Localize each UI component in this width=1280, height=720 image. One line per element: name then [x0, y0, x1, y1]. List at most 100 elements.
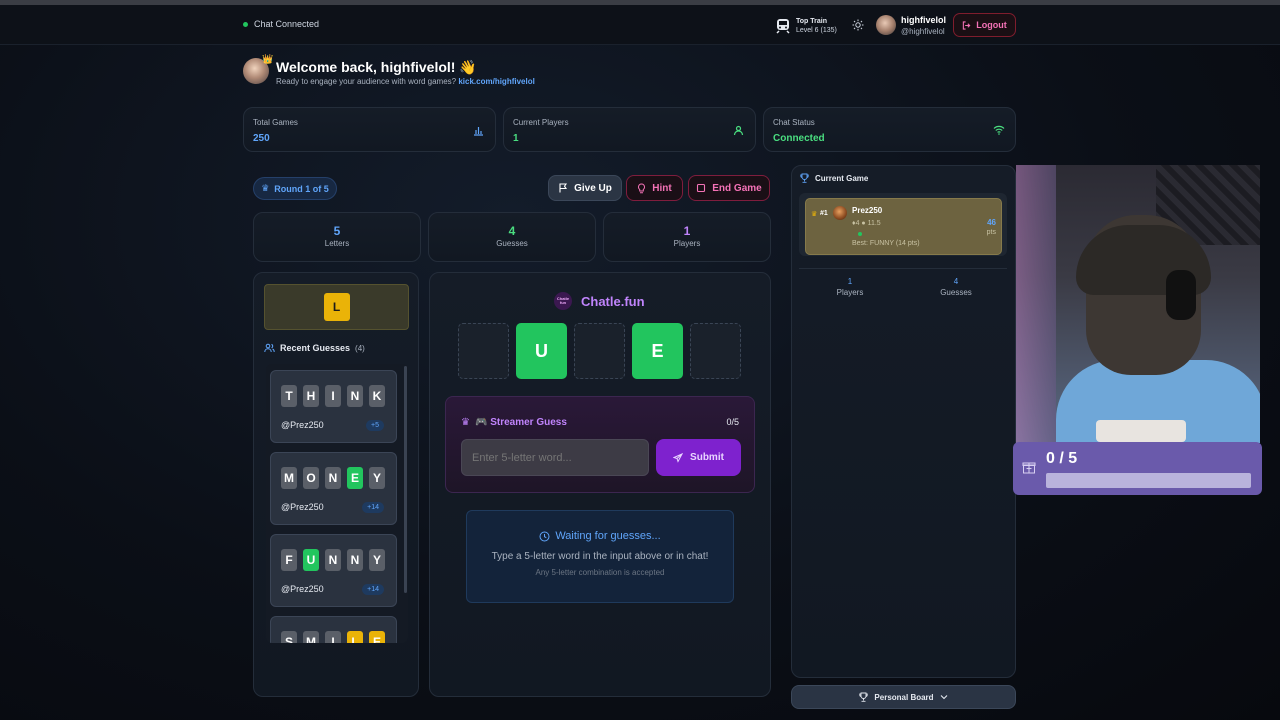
guess-points-badge: +14	[362, 502, 384, 513]
board-tile	[690, 323, 741, 379]
crown-icon: ♛	[261, 183, 270, 193]
hint-letter-tile: L	[323, 293, 350, 321]
webcam-feed	[1016, 165, 1260, 443]
guess-letter-tile: N	[325, 467, 341, 489]
guess-tiles: THINK	[281, 385, 385, 407]
stat-value: 4	[953, 277, 959, 286]
guess-card: SMILE	[270, 616, 397, 643]
guess-points-badge: +14	[362, 584, 384, 595]
trophy-icon	[859, 692, 869, 702]
current-game-title: Current Game	[815, 173, 869, 183]
clock-icon	[539, 531, 550, 541]
guess-letter-tile: E	[369, 631, 385, 643]
guess-user: @Prez250	[281, 420, 324, 430]
counter-value: 4	[508, 224, 516, 238]
guess-card: M O N E Y @Prez250 +14	[270, 452, 397, 525]
user-info: highfivelol @highfivelol	[901, 15, 946, 37]
give-up-button[interactable]: Give Up	[548, 175, 622, 201]
crown-icon: ♛	[461, 417, 470, 428]
guess-letter-tile: Y	[369, 549, 385, 571]
welcome-subtitle-text: Ready to engage your audience with word …	[276, 77, 457, 86]
webcam-light	[1016, 165, 1056, 443]
sun-icon	[852, 19, 864, 31]
streamer-guess-count: 0/5	[726, 417, 739, 427]
hint-label: Hint	[652, 182, 672, 194]
guess-letter-tile: S	[281, 631, 297, 643]
goal-overlay: 0 / 5	[1013, 442, 1262, 495]
chatle-logo-icon: Chatle fun	[554, 292, 572, 310]
chat-status-label: Chat Connected	[254, 19, 320, 29]
user-avatar[interactable]	[876, 15, 896, 35]
recent-guesses-title: Recent Guesses	[280, 343, 351, 353]
logout-button[interactable]: Logout	[953, 13, 1016, 37]
user-icon	[733, 125, 744, 136]
guess-tiles: MONEY	[281, 467, 385, 489]
hint-button[interactable]: Hint	[626, 175, 683, 201]
word-board: U E	[458, 323, 741, 379]
guess-letter-tile: F	[281, 549, 297, 571]
stat-card-chat-status: Chat Status Connected	[763, 107, 1016, 152]
guess-letter-tile: M	[281, 467, 297, 489]
guess-input[interactable]	[461, 439, 649, 476]
counter-label: Guesses	[496, 239, 528, 248]
leaderboard-row[interactable]: ♛ #1 Prez250 ♦4 ● 11.5 Best: FUNNY (14 p…	[805, 198, 1002, 255]
wifi-icon	[993, 125, 1005, 135]
guess-tiles: SMILE	[281, 631, 385, 643]
guess-letter-tile: E	[347, 467, 363, 489]
top-bar	[0, 5, 1280, 45]
submit-button[interactable]: Submit	[656, 439, 741, 476]
guess-letter-tile: T	[281, 385, 297, 407]
top-train[interactable]: Top Train Level 6 (135)	[776, 17, 837, 35]
guess-letter-tile: N	[325, 549, 341, 571]
trophy-icon	[800, 173, 809, 183]
guess-letter-tile: H	[303, 385, 319, 407]
gift-icon	[1022, 462, 1036, 474]
crown-icon: 👑	[262, 54, 274, 64]
guess-card: F U N N Y @Prez250 +14	[270, 534, 397, 607]
chevron-down-icon	[940, 695, 947, 700]
guess-user: @Prez250	[281, 502, 324, 512]
player-name: Prez250	[852, 206, 883, 215]
theme-toggle[interactable]	[852, 19, 864, 31]
channel-link[interactable]: kick.com/highfivelol	[458, 77, 534, 86]
scrollbar-thumb[interactable]	[404, 366, 407, 593]
submit-label: Submit	[690, 452, 724, 463]
counter-label: Letters	[324, 239, 350, 248]
guess-letter-tile: M	[303, 631, 319, 643]
players-counter: 1 Players	[603, 212, 771, 262]
webcam-headphones	[1166, 270, 1196, 320]
board-tile: U	[516, 323, 567, 379]
crown-icon: ♛	[811, 211, 818, 218]
guess-letter-tile: L	[347, 631, 363, 643]
end-game-button[interactable]: End Game	[688, 175, 770, 201]
stat-label: Players	[836, 288, 864, 297]
guess-letter-tile: I	[325, 385, 341, 407]
flag-icon	[559, 183, 568, 193]
current-game-header: Current Game	[800, 173, 868, 183]
guess-letter-tile: N	[347, 385, 363, 407]
guess-letter-tile: K	[369, 385, 385, 407]
waiting-header: Waiting for guesses...	[467, 530, 733, 542]
guess-letter-tile: N	[347, 549, 363, 571]
train-level: Level 6 (135)	[796, 27, 837, 34]
guess-tiles: FUNNY	[281, 549, 385, 571]
goal-progress-track	[1046, 473, 1251, 488]
users-icon	[264, 343, 275, 353]
divider	[799, 268, 1007, 269]
send-icon	[673, 452, 684, 463]
brand-title: Chatle.fun	[581, 294, 645, 309]
recent-guesses-list[interactable]: T H I N K @Prez250 +5 M O N E Y @Prez250 +14 F U N N Y @Pre…	[266, 364, 408, 643]
counter-label: Players	[673, 239, 701, 248]
stat-label: Guesses	[940, 288, 972, 297]
welcome-subtitle: Ready to engage your audience with word …	[276, 77, 535, 86]
board-tile	[574, 323, 625, 379]
round-indicator: ♛ Round 1 of 5	[253, 177, 337, 200]
streamer-guess-header: ♛ 🎮 Streamer Guess	[461, 417, 567, 428]
end-game-label: End Game	[712, 182, 762, 194]
personal-board-button[interactable]: Personal Board	[791, 685, 1016, 709]
waiting-line2: Any 5-letter combination is accepted	[535, 568, 665, 577]
stat-label: Current Players	[513, 118, 569, 127]
waiting-line1: Type a 5-letter word in the input above …	[491, 551, 709, 562]
lightbulb-icon	[638, 182, 646, 193]
guess-letter-tile: U	[303, 549, 319, 571]
